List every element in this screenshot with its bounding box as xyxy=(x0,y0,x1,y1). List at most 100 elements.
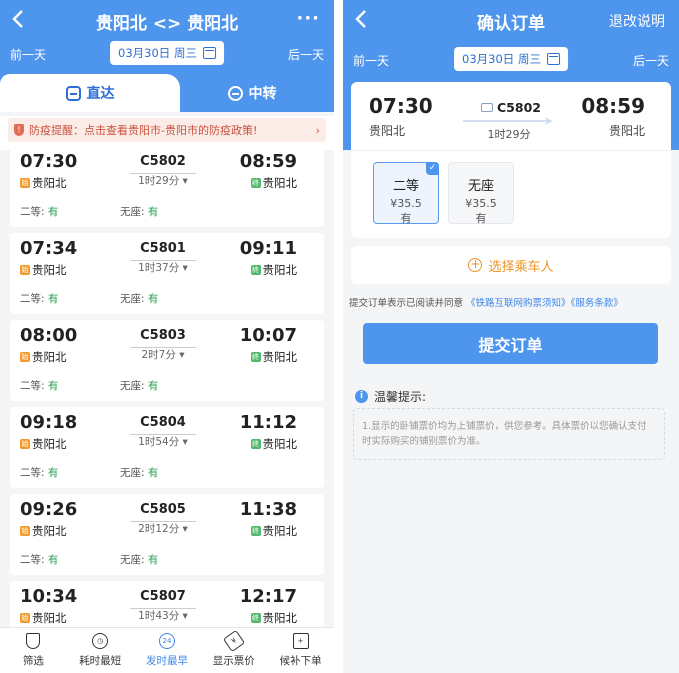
calendar-icon xyxy=(202,47,216,59)
seat-status: 有 xyxy=(475,212,487,225)
toolbar-show-price[interactable]: ¥ 显示票价 xyxy=(200,628,267,673)
departure-station: 贵阳北 xyxy=(369,124,406,138)
seat-option-second-class[interactable]: ✓ 二等 ¥35.5 有 xyxy=(373,162,439,225)
seat-label: 二等: xyxy=(20,293,48,305)
seat-name: 无座 xyxy=(467,179,494,194)
tips-text: 1.显示的卧铺票价均为上铺票价，供您参考。具体票价以您确认支付时实际购买的铺别票… xyxy=(362,421,647,447)
prev-day-button[interactable]: 前一天 xyxy=(353,52,389,69)
check-icon: ✓ xyxy=(426,162,439,175)
toolbar-shortest-label: 耗时最短 xyxy=(79,655,122,667)
origin-badge-icon: 始 xyxy=(20,526,30,536)
more-icon[interactable]: ··· xyxy=(296,8,320,29)
date-picker-button[interactable]: 03月30日 周三 xyxy=(454,47,568,71)
train-card[interactable]: 09:18 C5804 1时54分 ▾ 11:12 始贵阳北终贵阳北 二等: 有无座: 有 xyxy=(10,407,324,488)
seat-availability: 有 xyxy=(147,293,159,305)
departure-time: 07:30 xyxy=(20,151,78,172)
tab-transfer[interactable]: 中转 xyxy=(170,74,334,112)
departure-station-label: 贵阳北 xyxy=(32,176,67,190)
toolbar-shortest[interactable]: ◷ 耗时最短 xyxy=(67,628,134,673)
filter-icon xyxy=(26,633,41,649)
seat-no-seat: 无座: 有 xyxy=(120,291,158,306)
date-bar: 前一天 03月30日 周三 后一天 xyxy=(343,46,679,76)
agreement-text: 提交订单表示已阅读并同意 《铁路互联网购票须知》《服务条款》 xyxy=(349,295,623,309)
trip-duration[interactable]: 1时37分 ▾ xyxy=(130,260,196,275)
terminal-badge-icon: 终 xyxy=(250,352,261,362)
tab-direct[interactable]: 直达 xyxy=(0,74,180,112)
train-code: C5804 xyxy=(130,415,196,435)
terminal-badge-icon: 终 xyxy=(250,613,261,623)
train-code: C5803 xyxy=(130,328,196,348)
seat-status: 有 xyxy=(400,212,412,225)
seat-price: ¥35.5 xyxy=(465,197,497,210)
terms-link[interactable]: 《服务条款》 xyxy=(571,298,623,309)
seat-second-class: 二等: 有 xyxy=(20,204,58,219)
notice-text: 防疫提醒：点击查看贵阳市-贵阳市的防疫政策! xyxy=(29,124,258,137)
train-list-screen: 贵阳北 <> 贵阳北 ··· 前一天 03月30日 周三 后一天 直达 中转 ! xyxy=(0,0,334,673)
terminal-badge-icon: 终 xyxy=(250,265,261,275)
terminal-badge-icon: 终 xyxy=(250,526,261,536)
arrival-station: 贵阳北 xyxy=(608,124,645,138)
train-card[interactable]: 07:30 C5802 1时29分 ▾ 08:59 始贵阳北终贵阳北 二等: 有无座: 有 xyxy=(10,146,324,227)
clock-icon: ◷ xyxy=(92,633,109,649)
seat-label: 无座: xyxy=(120,206,148,218)
transfer-train-icon xyxy=(227,85,243,101)
epidemic-notice[interactable]: ! 防疫提醒：点击查看贵阳市-贵阳市的防疫政策! › xyxy=(8,118,326,142)
seat-second-class: 二等: 有 xyxy=(20,552,58,567)
prev-day-button[interactable]: 前一天 xyxy=(10,46,46,63)
train-card[interactable]: 08:00 C5803 2时7分 ▾ 10:07 始贵阳北终贵阳北 二等: 有无座: 有 xyxy=(10,320,324,401)
seat-label: 无座: xyxy=(120,554,148,566)
seat-label: 二等: xyxy=(20,554,48,566)
seat-availability: 有 xyxy=(147,380,159,392)
divider xyxy=(351,150,671,151)
ticket-notice-link[interactable]: 《铁路互联网购票须知》 xyxy=(466,298,571,309)
date-label: 03月30日 周三 xyxy=(118,46,197,60)
toolbar-filter-label: 筛选 xyxy=(22,655,44,667)
origin-badge-icon: 始 xyxy=(20,352,30,362)
arrival-time: 11:38 xyxy=(239,499,297,520)
arrival-time: 08:59 xyxy=(239,151,297,172)
tips-box: 1.显示的卧铺票价均为上铺票价，供您参考。具体票价以您确认支付时实际购买的铺别票… xyxy=(353,408,665,460)
select-passenger-button[interactable]: + 选择乘车人 xyxy=(351,246,671,284)
seat-name: 二等 xyxy=(392,179,419,194)
time-24-icon: 24 xyxy=(158,633,175,649)
seat-label: 二等: xyxy=(20,206,48,218)
arrival-station: 终贵阳北 xyxy=(250,262,298,278)
trip-duration[interactable]: 1时54分 ▾ xyxy=(130,434,196,449)
refund-policy-link[interactable]: 退改说明 xyxy=(609,11,665,31)
train-code: C5802 xyxy=(130,154,196,174)
seat-option-no-seat[interactable]: 无座 ¥35.5 有 xyxy=(448,162,514,225)
seat-availability: 有 xyxy=(147,206,159,218)
next-day-button[interactable]: 后一天 xyxy=(633,52,669,69)
route-type-tabs: 直达 中转 xyxy=(0,74,334,112)
trip-duration[interactable]: 2时7分 ▾ xyxy=(130,347,196,362)
arrival-station: 终贵阳北 xyxy=(250,436,297,452)
train-card[interactable]: 07:34 C5801 1时37分 ▾ 09:11 始贵阳北终贵阳北 二等: 有无座: 有 xyxy=(10,233,324,314)
arrival-time: 08:59 xyxy=(581,94,645,118)
toolbar-earliest[interactable]: 24 发时最早 xyxy=(134,628,201,673)
departure-station: 始贵阳北 xyxy=(20,436,67,452)
departure-time: 09:26 xyxy=(20,499,78,520)
trip-duration[interactable]: 1时29分 ▾ xyxy=(130,173,196,188)
seat-no-seat: 无座: 有 xyxy=(120,378,158,393)
tab-transfer-label: 中转 xyxy=(248,86,277,102)
departure-station: 始贵阳北 xyxy=(20,175,67,191)
toolbar-waitlist[interactable]: + 候补下单 xyxy=(267,628,334,673)
info-icon: i xyxy=(355,390,368,403)
toolbar-filter[interactable]: 筛选 xyxy=(0,628,67,673)
departure-station: 始贵阳北 xyxy=(20,610,67,626)
arrival-station-label: 贵阳北 xyxy=(262,263,298,277)
submit-order-button[interactable]: 提交订单 xyxy=(363,323,658,364)
seat-second-class: 二等: 有 xyxy=(20,465,58,480)
trip-duration[interactable]: 1时43分 ▾ xyxy=(130,608,196,623)
origin-badge-icon: 始 xyxy=(20,439,30,449)
train-list: 07:30 C5802 1时29分 ▾ 08:59 始贵阳北终贵阳北 二等: 有无座: 有… xyxy=(0,146,334,668)
train-card[interactable]: 09:26 C5805 2时12分 ▾ 11:38 始贵阳北终贵阳北 二等: 有无座: 有 xyxy=(10,494,324,575)
seat-no-seat: 无座: 有 xyxy=(120,552,158,567)
trip-card: 07:30 贵阳北 C5802 1时29分 08:59 贵阳北 ✓ 二等 ¥35… xyxy=(351,82,671,238)
date-picker-button[interactable]: 03月30日 周三 xyxy=(110,41,224,65)
next-day-button[interactable]: 后一天 xyxy=(288,46,324,63)
departure-station-label: 贵阳北 xyxy=(32,350,67,364)
trip-duration[interactable]: 2时12分 ▾ xyxy=(130,521,196,536)
arrival-time: 09:11 xyxy=(239,238,297,259)
select-passenger-label: 选择乘车人 xyxy=(488,259,554,275)
